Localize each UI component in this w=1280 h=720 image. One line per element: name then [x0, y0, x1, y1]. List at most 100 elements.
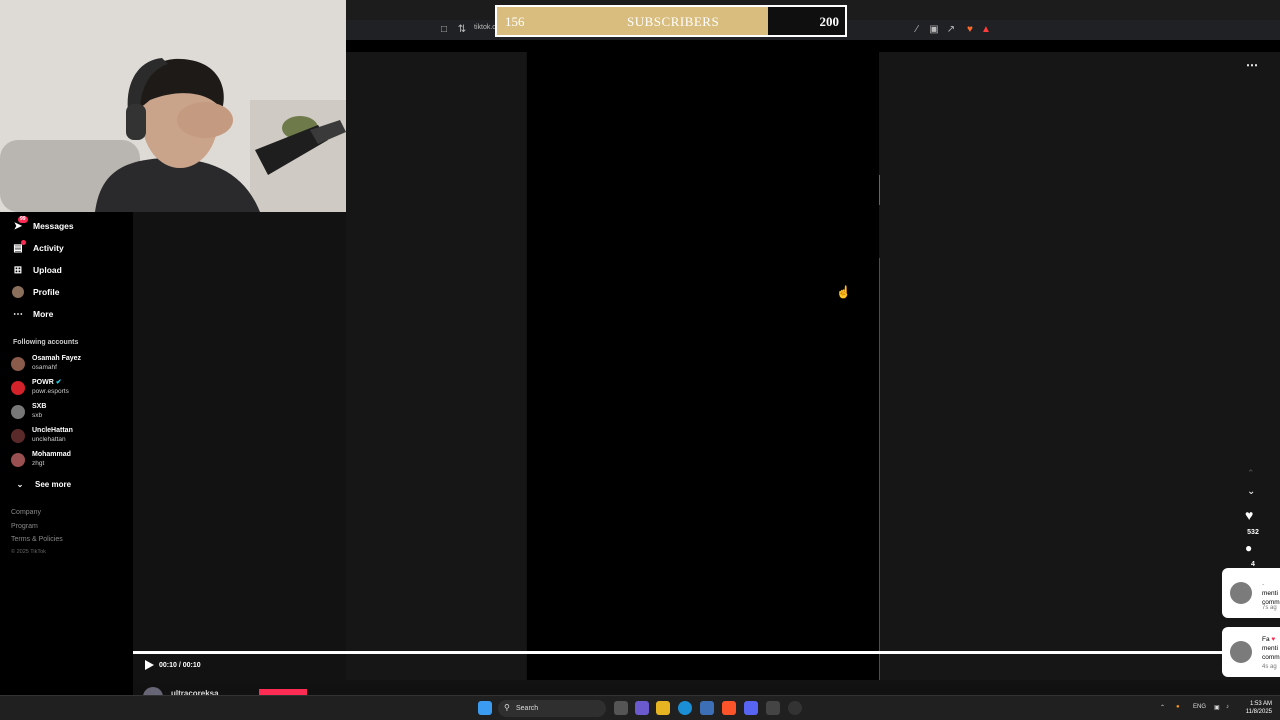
- brave-icon[interactable]: [722, 701, 736, 715]
- bookmark-icon[interactable]: □: [438, 24, 450, 36]
- subscriber-count: 156: [505, 14, 525, 29]
- sidebar-item-more[interactable]: ⋯ More: [12, 308, 53, 320]
- address-bar[interactable]: tiktok.c: [474, 24, 496, 31]
- obs-icon[interactable]: [788, 701, 802, 715]
- notification-text: Fa ♥ menti comm: [1262, 636, 1280, 661]
- inbox-icon: ▤: [12, 240, 26, 254]
- task-view-icon[interactable]: [614, 701, 628, 715]
- like-icon[interactable]: ♥: [1245, 507, 1253, 523]
- pointer-cursor-icon: ☝: [836, 285, 851, 299]
- notification-card[interactable]: · menti comm 7s ag: [1222, 568, 1280, 618]
- play-icon[interactable]: [145, 660, 154, 670]
- video-time: 00:10 / 00:10: [159, 662, 201, 669]
- account-name: Osamah Fayez: [32, 355, 82, 362]
- sidebar-item-label: Profile: [33, 287, 60, 297]
- subscriber-goal: 200: [819, 14, 840, 29]
- see-more-button[interactable]: ⌄ See more: [14, 478, 71, 490]
- avatar: [11, 381, 25, 395]
- brave-shield-icon[interactable]: ♥: [964, 24, 976, 36]
- account-name: POWR: [32, 379, 54, 386]
- account-handle: unclehattan: [32, 436, 66, 443]
- video-left-backdrop: [346, 52, 526, 680]
- account-handle: osamahf: [32, 364, 57, 371]
- plus-square-icon: ⊞: [13, 264, 23, 276]
- avatar: [11, 405, 25, 419]
- mic-icon[interactable]: ●: [1176, 704, 1180, 710]
- copyright: © 2025 TikTok: [11, 549, 46, 555]
- messages-badge: 99: [18, 216, 28, 223]
- network-icon[interactable]: ▣: [1214, 704, 1220, 711]
- verified-icon: ✔: [55, 379, 62, 386]
- copilot-icon[interactable]: [635, 701, 649, 715]
- file-explorer-icon[interactable]: [656, 701, 670, 715]
- account-name: SXB: [32, 403, 47, 410]
- store-icon[interactable]: [700, 701, 714, 715]
- webcam-image: [0, 0, 346, 212]
- no-sound-icon[interactable]: ∕: [911, 24, 923, 36]
- following-account[interactable]: SXB sxb: [11, 402, 46, 420]
- app-icon[interactable]: [766, 701, 780, 715]
- video-right-backdrop: [879, 52, 1280, 680]
- windows-taskbar: ⚲ Search ⌃ ● ENG ▣ ♪ 1:53 AM 11/8/2025: [0, 695, 1280, 720]
- notification-dot: [21, 240, 26, 245]
- taskbar-search[interactable]: ⚲ Search: [498, 700, 606, 717]
- sidebar-item-profile[interactable]: Profile: [12, 286, 59, 298]
- account-handle: sxb: [32, 412, 43, 419]
- search-icon: ⚲: [504, 703, 510, 712]
- following-accounts-title: Following accounts: [13, 339, 79, 346]
- taskbar-search-label: Search: [516, 705, 539, 712]
- volume-icon[interactable]: ♪: [1226, 704, 1229, 710]
- notification-time: 7s ag: [1262, 605, 1277, 611]
- notification-text: · menti comm: [1262, 581, 1280, 606]
- account-name: Mohammad: [32, 451, 71, 458]
- sidebar: ➤ 99 Messages ▤ Activity ⊞ Upload Profile…: [0, 212, 132, 695]
- more-options-icon[interactable]: ⋯: [1246, 58, 1258, 72]
- sidebar-item-label: Activity: [33, 243, 64, 253]
- divider-red: [879, 258, 880, 680]
- sidebar-item-label: Messages: [33, 221, 74, 231]
- webcam-overlay: [0, 0, 346, 212]
- notification-card[interactable]: Fa ♥ menti comm 4s ag: [1222, 627, 1280, 677]
- language-indicator[interactable]: ENG: [1193, 704, 1206, 710]
- sidebar-item-label: Upload: [33, 265, 62, 275]
- following-account[interactable]: POWR ✔ powr.esports: [11, 378, 69, 396]
- footer-terms-link[interactable]: Terms & Policies: [11, 536, 63, 543]
- comment-count: 4: [1251, 561, 1255, 567]
- screen: □ ⇅ tiktok.c ∕ ▣ ↗ ♥ ▲ ⋯ ➤ 99 Messages ▤ …: [0, 0, 1280, 720]
- video-player[interactable]: [527, 52, 879, 680]
- site-settings-icon[interactable]: ⇅: [456, 24, 468, 36]
- comment-icon[interactable]: ●: [1245, 541, 1252, 555]
- avatar: [1230, 582, 1252, 604]
- scroll-down-icon[interactable]: ⌄: [1247, 486, 1255, 497]
- following-account[interactable]: Osamah Fayez osamahf: [11, 354, 81, 372]
- sidebar-item-label: More: [33, 309, 54, 319]
- screen-icon[interactable]: ▣: [928, 24, 940, 36]
- scroll-up-icon[interactable]: ⌃: [1247, 468, 1255, 479]
- see-more-label: See more: [35, 479, 72, 489]
- sidebar-item-upload[interactable]: ⊞ Upload: [12, 264, 62, 276]
- windows-start-icon[interactable]: [478, 701, 492, 715]
- share-icon[interactable]: ↗: [945, 24, 957, 36]
- taskbar-clock[interactable]: 1:53 AM 11/8/2025: [1246, 700, 1272, 716]
- send-icon: ➤ 99: [13, 216, 28, 232]
- footer-company-link[interactable]: Company: [11, 509, 41, 516]
- following-account[interactable]: Mohammad zhgt: [11, 450, 71, 468]
- video-progress-bar[interactable]: [133, 651, 1223, 654]
- more-icon: ⋯: [13, 308, 23, 320]
- like-count: 532: [1247, 529, 1259, 536]
- rewards-icon[interactable]: ▲: [980, 24, 992, 36]
- subscriber-label: SUBSCRIBERS: [627, 14, 720, 29]
- sidebar-item-messages[interactable]: ➤ 99 Messages: [12, 216, 74, 232]
- edge-icon[interactable]: [678, 701, 692, 715]
- following-account[interactable]: UncleHattan unclehattan: [11, 426, 73, 444]
- avatar: [11, 429, 25, 443]
- sidebar-item-activity[interactable]: ▤ Activity: [12, 240, 64, 254]
- avatar: [11, 357, 25, 371]
- footer-program-link[interactable]: Program: [11, 523, 38, 530]
- avatar: [12, 286, 24, 298]
- clock-time: 1:53 AM: [1249, 701, 1272, 707]
- tray-chevron-icon[interactable]: ⌃: [1160, 704, 1165, 711]
- discord-icon[interactable]: [744, 701, 758, 715]
- account-handle: zhgt: [32, 460, 45, 467]
- account-handle: powr.esports: [32, 388, 69, 395]
